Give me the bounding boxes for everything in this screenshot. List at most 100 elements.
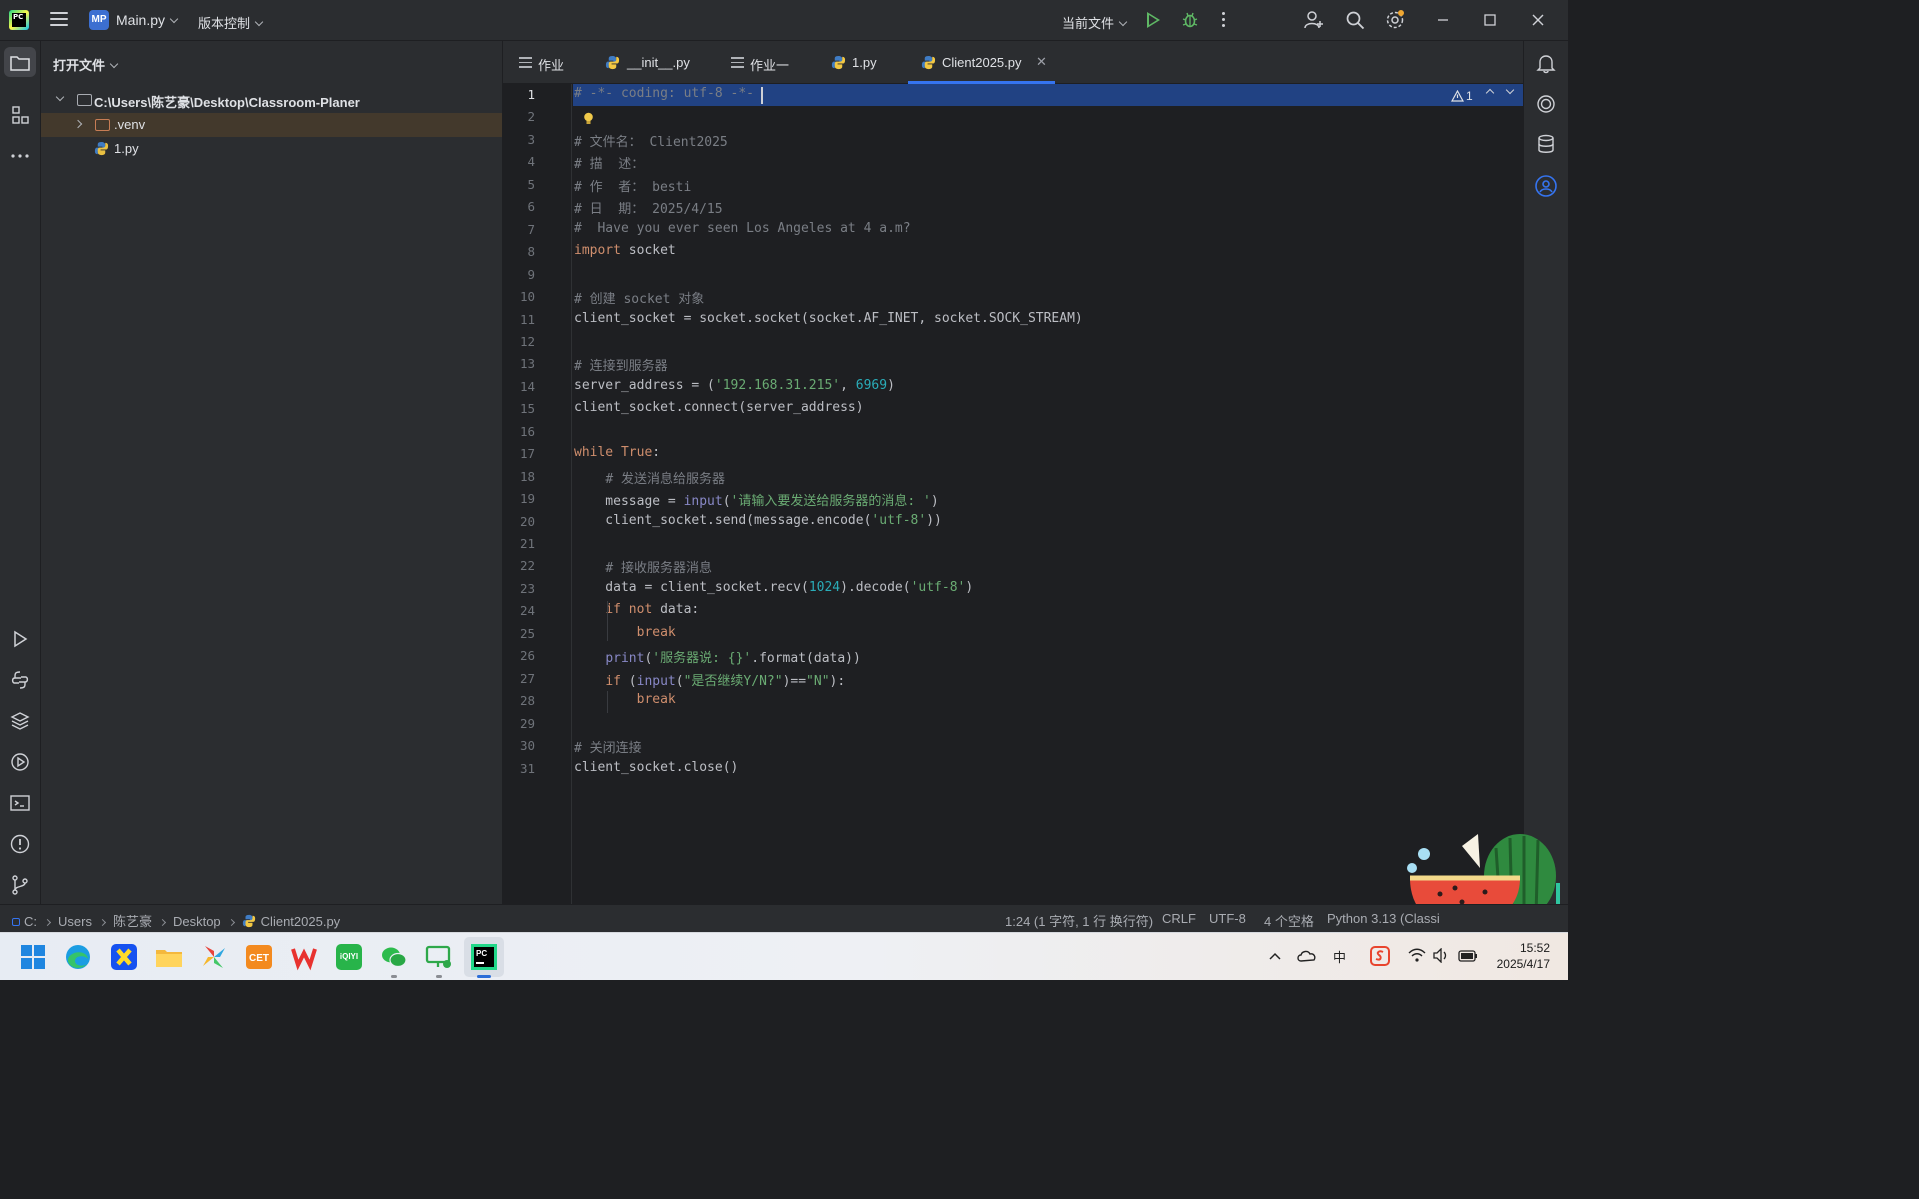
project-panel-header[interactable]: 打开文件 [53,55,119,74]
minimize-icon[interactable] [1433,10,1453,30]
iqiyi-app-icon[interactable]: iQIYI [334,942,364,972]
code-line[interactable]: while True: [574,445,660,460]
maximize-icon[interactable] [1480,10,1500,30]
volume-icon[interactable] [1433,948,1450,963]
tree-item-file[interactable]: 1.py [41,137,502,161]
wifi-icon[interactable] [1408,948,1426,963]
wps-office-icon[interactable] [289,942,319,972]
code-line[interactable]: client_socket.close() [574,760,738,775]
close-tab-icon[interactable]: ✕ [1036,54,1047,70]
xmind-app-icon[interactable] [109,942,139,972]
code-line[interactable]: # 文件名： Client2025 [574,131,728,150]
code-line[interactable]: break [574,692,676,707]
breadcrumb-item[interactable]: Client2025.py [261,914,341,929]
ime-indicator[interactable]: 中 [1333,947,1346,966]
main-menu-icon[interactable] [50,12,68,28]
pinwheel-app-icon[interactable] [199,942,229,972]
chevron-down-icon[interactable] [1505,85,1515,95]
wechat-icon[interactable] [379,942,409,972]
breadcrumb-item[interactable]: 陈艺豪 [113,914,152,929]
database-icon[interactable] [1535,133,1557,155]
battery-icon[interactable] [1458,949,1478,962]
code-line[interactable]: import socket [574,243,676,258]
tab-zuoye-yi[interactable]: 作业一 [715,41,819,84]
code-line[interactable]: # Have you ever seen Los Angeles at 4 a.… [574,221,911,236]
code-line[interactable]: message = input('请输入要发送给服务器的消息: ') [574,490,938,509]
services-icon[interactable] [9,751,31,773]
caret-position[interactable]: 1:24 (1 字符, 1 行 换行符) [1005,911,1153,930]
code-line[interactable]: if not data: [574,602,699,617]
line-number: 5 [527,176,535,192]
tab-init-py[interactable]: __init__.py [589,41,715,84]
project-folder-icon[interactable] [9,52,31,74]
structure-icon[interactable] [9,104,31,126]
file-encoding[interactable]: UTF-8 [1209,911,1246,926]
code-line[interactable]: # -*- coding: utf-8 -*- [574,86,754,101]
code-line[interactable]: # 日 期： 2025/4/15 [574,198,723,217]
code-line[interactable]: data = client_socket.recv(1024).decode('… [574,580,973,595]
breadcrumb-item[interactable]: C: [24,914,37,929]
code-line[interactable]: server_address = ('192.168.31.215', 6969… [574,378,895,393]
search-icon[interactable] [1345,10,1365,30]
tree-item-venv[interactable]: .venv [41,113,502,137]
python-console-icon[interactable] [9,669,31,691]
problems-icon[interactable] [9,833,31,855]
tab-label: 作业一 [750,58,790,73]
more-tools-icon[interactable] [9,145,31,167]
tab-client2025-py[interactable]: Client2025.py ✕ [908,41,1055,84]
breadcrumb-item[interactable]: Users [58,914,92,929]
code-line[interactable]: # 发送消息给服务器 [574,468,725,487]
onedrive-cloud-icon[interactable] [1296,947,1318,965]
remote-desktop-icon[interactable] [424,942,454,972]
indent-setting[interactable]: 4 个空格 [1264,911,1314,930]
sogou-input-icon[interactable] [1370,946,1390,966]
tab-zuoye[interactable]: 作业 [503,41,589,84]
close-window-icon[interactable] [1528,10,1548,30]
code-line[interactable]: break [574,625,676,640]
cet-app-icon[interactable]: CET [244,942,274,972]
run-tool-icon[interactable] [9,628,31,650]
code-line[interactable]: # 接收服务器消息 [574,557,712,576]
notifications-bell-icon[interactable] [1535,52,1557,74]
windows-start-icon[interactable] [18,942,48,972]
ai-assistant-icon[interactable] [1535,93,1557,115]
python-interpreter[interactable]: Python 3.13 (Classi [1327,911,1440,926]
code-line[interactable]: # 作 者： besti [574,176,691,195]
code-line[interactable]: # 关闭连接 [574,737,642,756]
terminal-icon[interactable] [9,792,31,814]
run-config-selector[interactable]: 当前文件 [1062,13,1128,32]
git-branch-icon[interactable] [9,874,31,896]
code-line[interactable]: client_socket = socket.socket(socket.AF_… [574,311,1083,326]
pycharm-taskbar-icon[interactable]: PC [469,942,499,972]
debug-icon[interactable] [1181,11,1199,29]
code-line[interactable]: # 描 述： [574,153,644,172]
line-separator[interactable]: CRLF [1162,911,1196,926]
code-line[interactable]: # 连接到服务器 [574,355,668,374]
settings-gear-icon[interactable] [1385,10,1405,30]
tab-1-py[interactable]: 1.py [819,41,908,84]
run-icon[interactable] [1147,12,1160,28]
system-clock[interactable]: 15:52 2025/4/17 [1490,940,1550,972]
code-line[interactable]: client_socket.connect(server_address) [574,400,864,415]
file-explorer-icon[interactable] [154,942,184,972]
edge-browser-icon[interactable] [63,942,93,972]
pycharm-logo-icon[interactable]: PC [9,10,29,30]
python-packages-icon[interactable] [9,710,31,732]
add-user-icon[interactable] [1304,10,1324,30]
inspection-widget[interactable]: 1 [1443,85,1519,106]
more-actions-icon[interactable] [1222,12,1226,30]
breadcrumb-item[interactable]: Desktop [173,914,221,929]
lightbulb-icon[interactable] [583,112,594,125]
account-icon[interactable] [1534,174,1558,198]
tray-expand-chevron-icon[interactable] [1268,951,1282,961]
code-line[interactable]: client_socket.send(message.encode('utf-8… [574,513,942,528]
chevron-up-icon[interactable] [1485,88,1495,98]
project-selector[interactable]: Main.py [116,12,179,28]
tree-item-root[interactable]: C:\Users\陈艺豪\Desktop\Classroom-Planer [41,88,502,112]
code-line[interactable]: if (input("是否继续Y/N?")=="N"): [574,670,845,689]
code-editor[interactable]: 1 2 3 4 5 6 7 8 9 10 11 12 13 14 15 16 17 18 19 20 21 22 23 24 2… [503,84,1523,904]
vcs-menu[interactable]: 版本控制 [198,13,264,32]
code-line[interactable]: print('服务器说: {}'.format(data)) [574,647,861,666]
code-line[interactable]: # 创建 socket 对象 [574,288,704,307]
project-badge[interactable]: MP [89,10,109,30]
